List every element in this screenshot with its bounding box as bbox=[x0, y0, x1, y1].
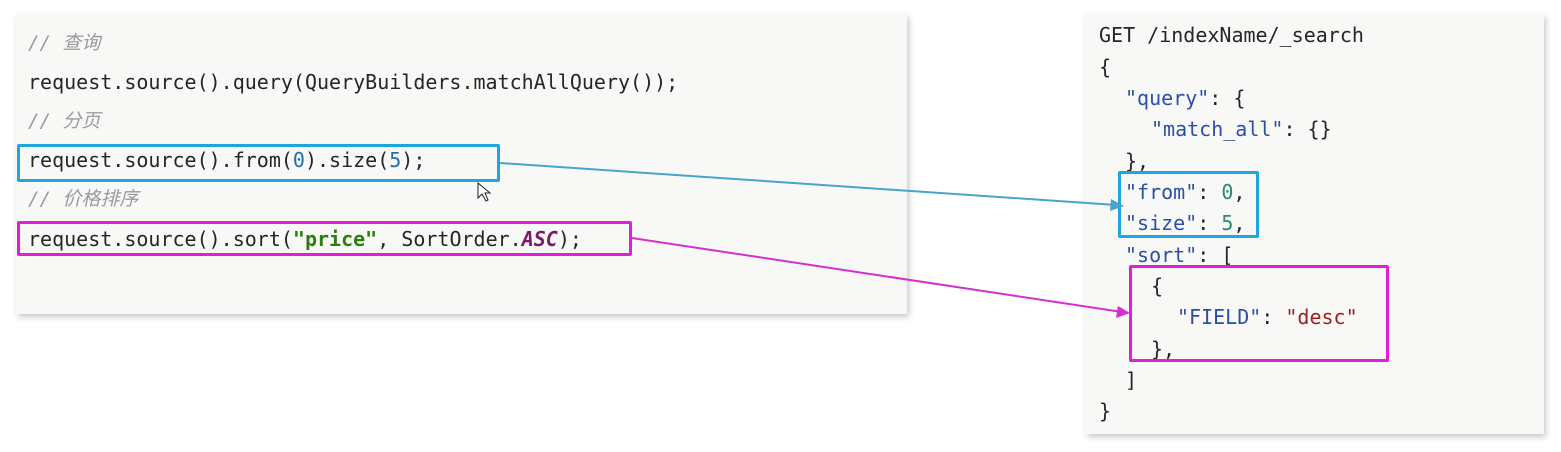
sort-arrow-head bbox=[1116, 306, 1130, 318]
paging-arrow-head bbox=[1110, 199, 1124, 211]
connector-arrows bbox=[477, 162, 1130, 318]
mouse-cursor-icon bbox=[477, 181, 492, 202]
sort-arrow-line bbox=[631, 237, 1123, 313]
paging-arrow-line bbox=[499, 162, 1117, 206]
